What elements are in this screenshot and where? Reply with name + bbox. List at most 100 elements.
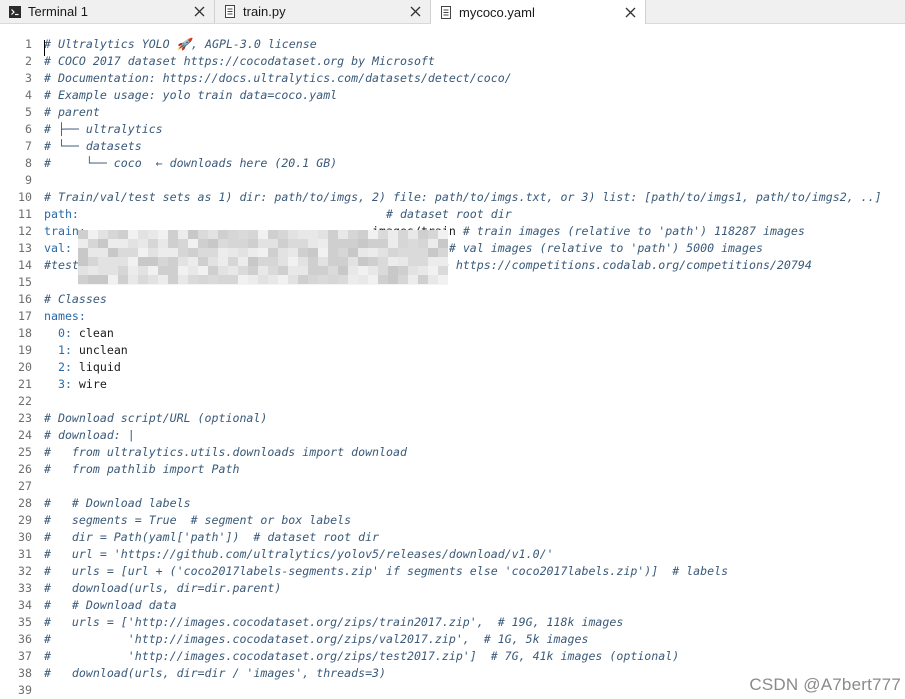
redaction-pixel [198,248,208,257]
redaction-pixel [148,257,158,266]
redaction-pixel [278,230,288,239]
redaction-pixel [238,257,248,266]
watermark: CSDN @A7bert777 [749,675,901,694]
line-number: 30 [18,530,32,544]
code-token: # from pathlib import Path [44,462,240,476]
code-line: # download(urls, dir=dir / 'images', thr… [44,665,386,682]
code-token: 1: [57,343,72,357]
redaction-pixel [308,230,318,239]
redaction-pixel [118,230,128,239]
redaction-pixel [428,257,438,266]
redaction-pixel [398,275,408,284]
redaction-pixel [288,266,298,275]
line-number: 5 [25,105,32,119]
redaction-pixel [338,239,348,248]
redaction-pixel [358,239,368,248]
redaction-pixel [328,257,338,266]
redaction-pixel [78,266,88,275]
redaction-pixel [128,248,138,257]
redaction-pixel [238,230,248,239]
code-area[interactable]: # Ultralytics YOLO 🚀, AGPL-3.0 license # … [44,25,905,699]
redaction-pixel [178,248,188,257]
tab-label-mycoco-yaml: mycoco.yaml [459,4,535,20]
code-token: # segments = True # segment or box label… [44,513,352,527]
redaction-pixel [228,275,238,284]
line-number: 1 [25,37,32,51]
line-number: 33 [18,581,32,595]
redaction-pixel [188,239,198,248]
redaction-pixel [268,257,278,266]
redaction-pixel [408,275,418,284]
code-line: # # Download data [44,597,177,614]
redaction-pixel [388,230,398,239]
code-token: # urls = [url + ('coco2017labels-segment… [44,564,729,578]
line-number: 3 [25,71,32,85]
redaction-pixel [298,230,308,239]
redaction-pixel [158,239,168,248]
redaction-pixel [258,275,268,284]
close-icon[interactable] [408,5,422,19]
redaction-pixel [228,230,238,239]
code-line: 2: liquid [44,359,121,376]
code-line: # Download script/URL (optional) [44,410,267,427]
text-caret [44,40,45,56]
tab-terminal[interactable]: Terminal 1 [0,0,215,23]
redaction-pixel [88,266,98,275]
redaction-pixel [118,257,128,266]
code-line: # from ultralytics.utils.downloads impor… [44,444,407,461]
code-line: # └── coco ← downloads here (20.1 GB) [44,155,337,172]
redaction-pixel [168,257,178,266]
redaction-pixel [288,257,298,266]
line-number: 21 [18,377,32,391]
redaction-pixel [408,266,418,275]
redaction-pixel [228,257,238,266]
redaction-pixel [248,230,258,239]
redaction-pixel [218,248,228,257]
redaction-pixel [388,248,398,257]
line-number: 31 [18,547,32,561]
close-icon[interactable] [192,5,206,19]
redaction-pixel [288,230,298,239]
redacted-region [78,230,448,285]
redaction-pixel [148,275,158,284]
redaction-pixel [428,230,438,239]
redaction-pixel [268,239,278,248]
tab-mycoco-yaml[interactable]: mycoco.yaml [431,0,646,24]
redaction-pixel [418,230,428,239]
redaction-pixel [78,275,88,284]
redaction-pixel [198,275,208,284]
redaction-pixel [158,230,168,239]
redaction-pixel [218,275,228,284]
code-line: 1: unclean [44,342,128,359]
redaction-pixel [258,230,268,239]
code-token: clean [71,326,114,340]
redaction-pixel [358,275,368,284]
code-token: # train images (relative to 'path') 1182… [462,224,805,238]
tab-train-py[interactable]: train.py [215,0,431,23]
code-token: # urls = ['http://images.cocodataset.org… [44,615,624,629]
redaction-pixel [378,266,388,275]
redaction-pixel [378,248,388,257]
redaction-pixel [188,230,198,239]
redaction-pixel [288,239,298,248]
line-number: 20 [18,360,32,374]
redaction-pixel [368,257,378,266]
code-line: # download(urls, dir=dir.parent) [44,580,281,597]
redaction-pixel [278,266,288,275]
redaction-pixel [108,266,118,275]
redaction-pixel [428,275,438,284]
redaction-pixel [298,266,308,275]
code-line: # COCO 2017 dataset https://cocodataset.… [44,53,435,70]
code-token: # Documentation: https://docs.ultralytic… [44,71,512,85]
line-number: 14 [18,258,32,272]
redaction-pixel [198,266,208,275]
redaction-pixel [258,248,268,257]
code-line: names: [44,308,86,325]
close-icon[interactable] [623,5,637,19]
redaction-pixel [278,248,288,257]
code-editor[interactable]: 1 2 3 4 5 6 7 8 9 10 11 12 13 14 15 16 17 18 19 20 21 22 23 24 2… [0,25,905,699]
redaction-pixel [168,275,178,284]
code-token: # from ultralytics.utils.downloads impor… [44,445,407,459]
tab-bar-empty-area [646,0,905,23]
